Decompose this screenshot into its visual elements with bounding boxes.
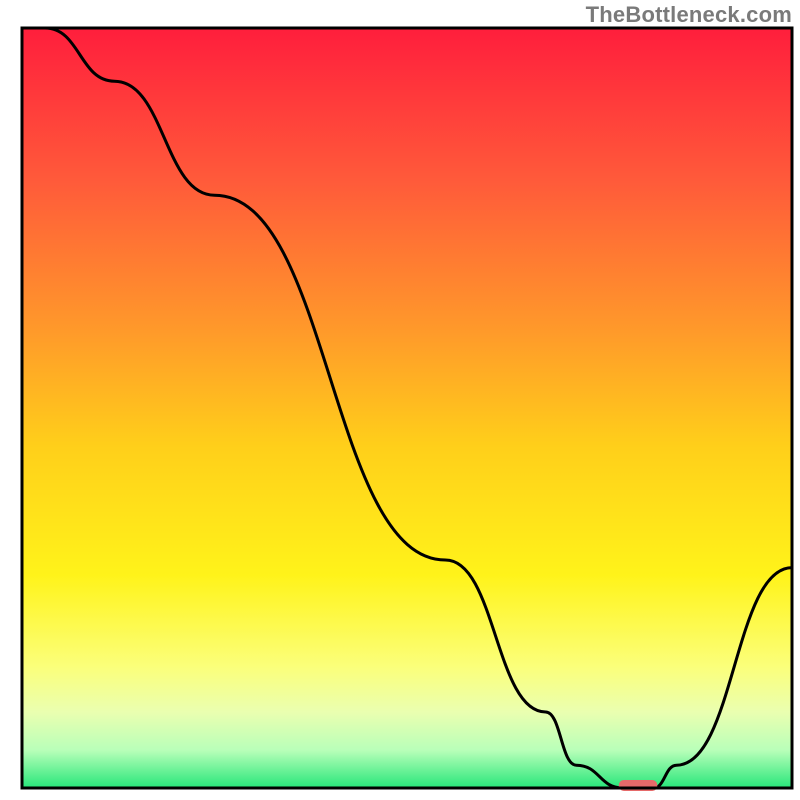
chart-svg	[0, 0, 800, 800]
gradient-background	[22, 28, 792, 788]
bottleneck-chart: TheBottleneck.com	[0, 0, 800, 800]
watermark-text: TheBottleneck.com	[586, 2, 792, 28]
